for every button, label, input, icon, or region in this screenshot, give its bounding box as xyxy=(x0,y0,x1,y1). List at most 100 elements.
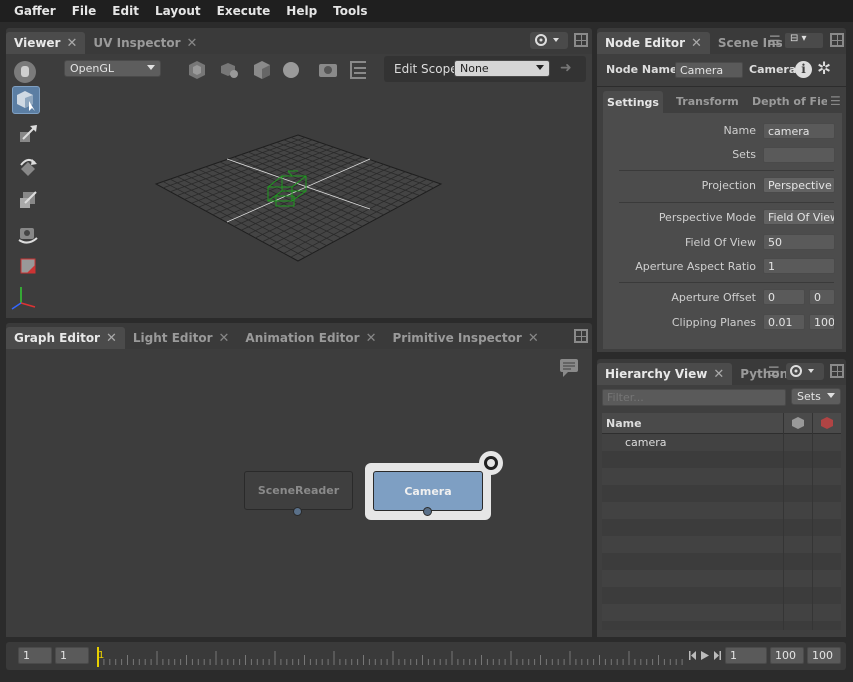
render-column-icon[interactable] xyxy=(820,416,834,430)
arrow-right-icon[interactable]: ➜ xyxy=(560,60,572,76)
node-name-field[interactable]: Camera xyxy=(675,62,743,78)
layout-grid-icon[interactable] xyxy=(574,33,588,47)
section-tab-depth-of-field[interactable]: Depth of Field xyxy=(752,95,827,108)
projection-dropdown[interactable]: Perspective xyxy=(763,177,835,193)
close-icon[interactable]: ✕ xyxy=(528,331,539,346)
crop-window-tool-button[interactable] xyxy=(14,252,42,280)
menu-tools[interactable]: Tools xyxy=(325,0,375,22)
menu-file[interactable]: File xyxy=(64,0,105,22)
clipping-near-field[interactable]: 0.01 xyxy=(763,314,805,330)
close-icon[interactable]: ✕ xyxy=(219,331,230,346)
layout-grid-icon[interactable] xyxy=(574,329,588,343)
tab-viewer[interactable]: Viewer ✕ xyxy=(6,32,86,54)
camera-icon xyxy=(319,64,337,77)
close-icon[interactable]: ✕ xyxy=(691,36,702,51)
tab-light-editor[interactable]: Light Editor ✕ xyxy=(125,327,238,349)
scale-icon xyxy=(20,191,37,208)
hand-tool-button[interactable] xyxy=(11,58,39,86)
sets-field[interactable] xyxy=(763,147,835,163)
settings-panel-icon xyxy=(350,61,366,79)
translate-icon xyxy=(20,125,37,142)
section-tab-settings[interactable]: Settings xyxy=(603,91,663,113)
focus-node-icon[interactable] xyxy=(479,451,503,475)
target-icon xyxy=(790,365,814,377)
node-output-plug[interactable] xyxy=(293,507,302,516)
column-name-header[interactable]: Name xyxy=(606,417,642,430)
info-icon[interactable]: i xyxy=(795,61,812,78)
close-icon[interactable]: ✕ xyxy=(66,36,77,51)
divider xyxy=(597,86,846,87)
node-output-plug[interactable] xyxy=(423,507,432,516)
aperture-offset-label: Aperture Offset xyxy=(671,291,756,304)
editor-focus-button[interactable]: ⊟ ▾ xyxy=(785,33,823,48)
aperture-offset-x-field[interactable]: 0 xyxy=(763,289,805,305)
close-icon[interactable]: ✕ xyxy=(713,367,724,382)
node-editor-panel: Node Editor✕ Scene Insp ☰ ⊟ ▾ Node Name … xyxy=(597,28,846,352)
menubar: Gaffer File Edit Layout Execute Help Too… xyxy=(0,0,853,22)
name-field[interactable]: camera xyxy=(763,123,835,139)
aperture-offset-y-field[interactable]: 0 xyxy=(809,289,835,305)
translate-tool-button[interactable] xyxy=(14,120,42,148)
menu-gaffer[interactable]: Gaffer xyxy=(6,0,64,22)
section-tab-transform[interactable]: Transform xyxy=(676,95,739,108)
sets-dropdown[interactable]: Sets xyxy=(791,388,841,405)
frame-ruler[interactable] xyxy=(94,645,686,669)
menu-edit[interactable]: Edit xyxy=(104,0,147,22)
camera-tool-icon xyxy=(18,228,38,244)
tab-menu-icon[interactable]: ☰ xyxy=(769,34,781,49)
section-tab-label: Settings xyxy=(607,95,659,109)
tab-graph-editor[interactable]: Graph Editor ✕ xyxy=(6,327,125,349)
playback-end-field[interactable]: 100 xyxy=(770,647,804,664)
close-icon[interactable]: ✕ xyxy=(366,331,377,346)
playhead-frame-label: 1 xyxy=(98,650,105,661)
node-scenereader[interactable]: SceneReader xyxy=(244,471,353,510)
view-mode-button[interactable] xyxy=(786,363,824,380)
node-camera[interactable]: Camera xyxy=(373,471,483,511)
camera-tool-button[interactable] xyxy=(14,220,42,248)
tab-uv-inspector[interactable]: UV Inspector ✕ xyxy=(85,32,205,54)
cube-icon xyxy=(254,61,270,79)
playback-controls[interactable] xyxy=(688,648,724,664)
tab-label: Hierarchy View xyxy=(605,367,708,381)
start-frame-field[interactable]: 1 xyxy=(18,647,52,664)
aperture-aspect-field[interactable]: 1 xyxy=(763,258,835,274)
viewer-panel: Viewer ✕ UV Inspector ✕ OpenGL Edit Scop… xyxy=(6,28,592,318)
rotate-tool-button[interactable] xyxy=(14,153,42,181)
view-mode-button[interactable] xyxy=(530,32,568,49)
expansion-icon xyxy=(221,63,238,78)
current-frame-field[interactable]: 1 xyxy=(725,647,767,664)
clipping-far-field[interactable]: 10000 xyxy=(809,314,835,330)
tab-node-editor[interactable]: Node Editor ✕ xyxy=(597,32,710,54)
tab-animation-editor[interactable]: Animation Editor ✕ xyxy=(237,327,384,349)
end-frame-field[interactable]: 100 xyxy=(807,647,841,664)
close-icon[interactable]: ✕ xyxy=(187,36,198,51)
tab-menu-icon[interactable]: ☰ xyxy=(768,365,780,380)
tab-hierarchy-view[interactable]: Hierarchy View ✕ xyxy=(597,363,733,385)
scale-tool-button[interactable] xyxy=(14,186,42,214)
crop-window-icon xyxy=(20,258,36,274)
edit-scope-dropdown[interactable]: None xyxy=(454,60,550,77)
divider xyxy=(619,170,834,171)
visibility-column-icon[interactable] xyxy=(791,416,805,430)
filter-input[interactable] xyxy=(602,389,786,406)
rotate-icon xyxy=(20,159,37,176)
tree-item-camera[interactable]: camera xyxy=(625,436,667,449)
fov-field[interactable]: 50 xyxy=(763,234,835,250)
menu-help[interactable]: Help xyxy=(278,0,325,22)
select-tool-button[interactable] xyxy=(12,86,40,114)
perspective-mode-dropdown[interactable]: Field Of View xyxy=(763,209,835,225)
tab-label: Node Editor xyxy=(605,36,685,50)
layout-grid-icon[interactable] xyxy=(830,364,844,378)
playback-start-field[interactable]: 1 xyxy=(55,647,89,664)
menu-execute[interactable]: Execute xyxy=(209,0,279,22)
viewport[interactable] xyxy=(6,54,592,318)
tab-primitive-inspector[interactable]: Primitive Inspector ✕ xyxy=(384,327,546,349)
layout-grid-icon[interactable] xyxy=(830,33,844,47)
renderer-dropdown[interactable]: OpenGL xyxy=(64,60,161,77)
menu-layout[interactable]: Layout xyxy=(147,0,209,22)
gear-icon[interactable]: ✲ xyxy=(817,59,831,79)
close-icon[interactable]: ✕ xyxy=(106,331,117,346)
section-menu-icon[interactable]: ☰ xyxy=(830,94,841,108)
select-icon xyxy=(17,91,35,111)
annotation-icon[interactable] xyxy=(559,358,579,378)
